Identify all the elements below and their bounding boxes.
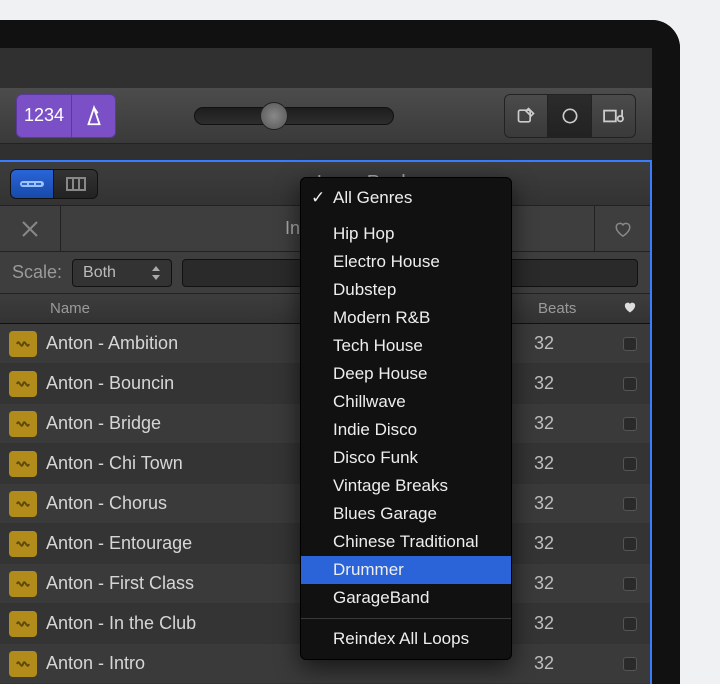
media-browser-button[interactable] <box>592 94 636 138</box>
menu-separator <box>301 618 511 619</box>
loop-beats: 32 <box>534 333 610 354</box>
loop-beats: 32 <box>534 613 610 634</box>
audio-loop-icon <box>9 531 37 557</box>
count-in-button[interactable]: 1234 <box>16 94 72 138</box>
col-beats-header[interactable]: Beats <box>534 300 610 317</box>
genre-menu-item[interactable]: All Genres <box>301 184 511 212</box>
genre-menu-item[interactable]: GarageBand <box>301 584 511 612</box>
loop-beats: 32 <box>534 413 610 434</box>
loop-browser-button[interactable] <box>548 94 592 138</box>
close-filter-button[interactable] <box>0 206 60 251</box>
genre-menu-item[interactable]: Indie Disco <box>301 416 511 444</box>
favorite-checkbox[interactable] <box>623 657 637 671</box>
slider-thumb[interactable] <box>260 102 288 130</box>
metronome-icon <box>83 105 105 127</box>
genre-menu-item[interactable]: Disco Funk <box>301 444 511 472</box>
genre-menu-item[interactable]: Drummer <box>301 556 511 584</box>
audio-loop-icon <box>9 611 37 637</box>
editor-button[interactable] <box>504 94 548 138</box>
favorite-checkbox[interactable] <box>623 457 637 471</box>
col-fav-header[interactable] <box>610 300 650 317</box>
genre-dropdown[interactable]: All Genres Hip HopElectro HouseDubstepMod… <box>300 177 512 660</box>
genre-menu-item[interactable]: Hip Hop <box>301 220 511 248</box>
pencil-square-icon <box>516 106 536 126</box>
loop-beats: 32 <box>534 533 610 554</box>
genre-menu-item[interactable]: Dubstep <box>301 276 511 304</box>
favorite-checkbox[interactable] <box>623 417 637 431</box>
favorite-checkbox[interactable] <box>623 577 637 591</box>
button-view-icon <box>20 178 44 190</box>
right-button-group <box>504 94 636 138</box>
media-icon <box>603 107 625 125</box>
genre-menu-item[interactable]: Electro House <box>301 248 511 276</box>
view-mode-button-a[interactable] <box>10 169 54 199</box>
scale-label: Scale: <box>12 262 62 283</box>
column-view-icon <box>66 177 86 191</box>
genre-menu-item[interactable]: Tech House <box>301 332 511 360</box>
audio-loop-icon <box>9 571 37 597</box>
metronome-button[interactable] <box>72 94 116 138</box>
audio-loop-icon <box>9 451 37 477</box>
loop-beats: 32 <box>534 653 610 674</box>
loop-beats: 32 <box>534 493 610 514</box>
close-icon <box>21 220 39 238</box>
favorite-checkbox[interactable] <box>623 337 637 351</box>
audio-loop-icon <box>9 411 37 437</box>
favorite-checkbox[interactable] <box>623 537 637 551</box>
scale-value: Both <box>83 264 116 282</box>
loop-beats: 32 <box>534 453 610 474</box>
count-in-group: 1234 <box>16 94 116 138</box>
genre-menu-item[interactable]: Chinese Traditional <box>301 528 511 556</box>
audio-loop-icon <box>9 371 37 397</box>
favorites-filter-button[interactable] <box>594 206 650 251</box>
audio-loop-icon <box>9 651 37 677</box>
favorite-checkbox[interactable] <box>623 497 637 511</box>
heart-icon <box>623 301 637 313</box>
genre-menu-item[interactable]: Vintage Breaks <box>301 472 511 500</box>
audio-loop-icon <box>9 331 37 357</box>
favorite-checkbox[interactable] <box>623 377 637 391</box>
genre-menu-item[interactable]: Blues Garage <box>301 500 511 528</box>
position-slider[interactable] <box>194 107 394 125</box>
loop-icon <box>560 106 580 126</box>
view-mode-button-b[interactable] <box>54 169 98 199</box>
genre-menu-item[interactable]: Modern R&B <box>301 304 511 332</box>
reindex-menu-item[interactable]: Reindex All Loops <box>301 625 511 653</box>
wood-panel <box>652 162 668 684</box>
heart-icon <box>614 221 632 237</box>
audio-loop-icon <box>9 491 37 517</box>
updown-icon <box>151 266 161 280</box>
favorite-checkbox[interactable] <box>623 617 637 631</box>
main-toolbar: 1234 <box>0 88 652 144</box>
loop-beats: 32 <box>534 573 610 594</box>
loop-beats: 32 <box>534 373 610 394</box>
genre-menu-item[interactable]: Deep House <box>301 360 511 388</box>
genre-menu-item[interactable]: Chillwave <box>301 388 511 416</box>
scale-select[interactable]: Both <box>72 259 172 287</box>
